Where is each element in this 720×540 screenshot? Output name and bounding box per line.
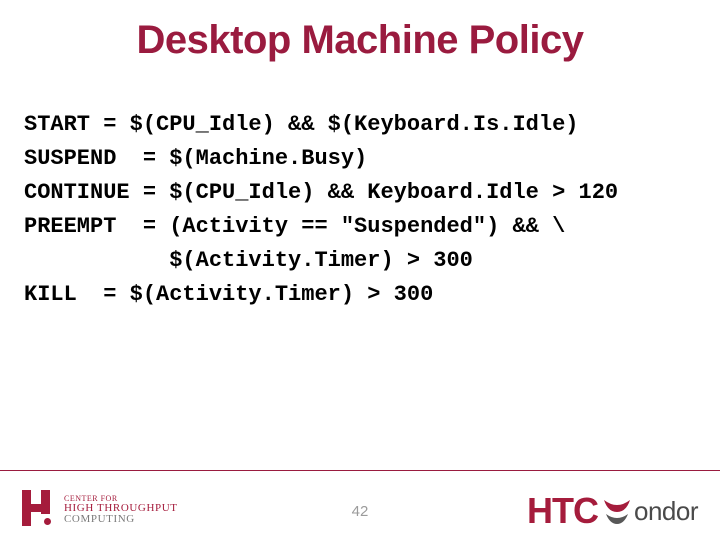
ht-glyph-icon (22, 490, 56, 526)
code-line-6: KILL = $(Activity.Timer) > 300 (24, 282, 433, 307)
condor-wings-icon (600, 494, 634, 528)
chtc-text: CENTER FOR HIGH THROUGHPUT COMPUTING (64, 495, 178, 526)
policy-code-block: START = $(CPU_Idle) && $(Keyboard.Is.Idl… (24, 108, 618, 313)
chtc-logo: CENTER FOR HIGH THROUGHPUT COMPUTING (22, 490, 178, 526)
code-line-3: CONTINUE = $(CPU_Idle) && Keyboard.Idle … (24, 180, 618, 205)
htcondor-ondor: ondor (634, 496, 698, 527)
code-line-5: $(Activity.Timer) > 300 (24, 248, 473, 273)
code-line-4: PREEMPT = (Activity == "Suspended") && \ (24, 214, 565, 239)
footer: CENTER FOR HIGH THROUGHPUT COMPUTING 42 … (0, 470, 720, 540)
htcondor-htc: HTC (527, 490, 598, 532)
htcondor-logo: HTC ondor (527, 490, 698, 532)
page-number: 42 (352, 503, 369, 520)
chtc-line3: COMPUTING (64, 514, 178, 526)
code-line-2: SUSPEND = $(Machine.Busy) (24, 146, 367, 171)
slide-title: Desktop Machine Policy (0, 0, 720, 63)
code-line-1: START = $(CPU_Idle) && $(Keyboard.Is.Idl… (24, 112, 579, 137)
